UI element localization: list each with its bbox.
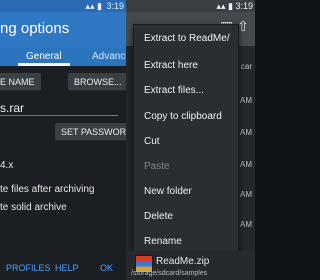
profiles-button[interactable]: PROFILES	[6, 263, 51, 273]
upload-icon: ⇧	[237, 18, 249, 34]
left-status-time: 3:19	[106, 1, 124, 11]
signal-icon: ▴▴	[85, 1, 95, 11]
tabs-bar: General Advanced	[0, 48, 136, 66]
page-title: ng options	[0, 20, 70, 37]
menu-item-extract-to-readme[interactable]: Extract to ReadMe/	[134, 27, 238, 51]
left-status-icons: ▴▴ ▮ 3:19	[85, 0, 124, 12]
menu-item-delete[interactable]: Delete	[134, 205, 238, 229]
checkbox-solid-archive[interactable]: te solid archive	[0, 202, 67, 213]
menu-item-new-folder[interactable]: New folder	[134, 180, 238, 204]
filename-underline	[0, 115, 118, 116]
dialog-actions-bar: PROFILES HELP OK	[0, 260, 126, 280]
browse-button[interactable]: BROWSE...	[68, 73, 128, 91]
menu-item-paste: Paste	[144, 161, 170, 172]
menu-item-extract-files[interactable]: Extract files...	[134, 79, 238, 103]
active-tab-indicator	[18, 63, 70, 66]
file-name[interactable]: ReadMe.zip	[156, 256, 209, 267]
archive-format-value: 4.x	[0, 160, 14, 171]
archive-filename-field[interactable]: s.rar	[0, 101, 24, 115]
right-status-icons: ▴▴ ▮ 3:19	[216, 0, 253, 12]
menu-item-copy-to-clipboard[interactable]: Copy to clipboard	[134, 105, 238, 129]
right-status-time: 3:19	[235, 1, 253, 11]
ok-button[interactable]: OK	[100, 263, 113, 273]
left-status-bar: ▴▴ ▮ 3:19	[0, 0, 126, 12]
help-button[interactable]: HELP	[55, 263, 79, 273]
right-status-bar: ▴▴ ▮ 3:19	[126, 0, 255, 12]
battery-icon: ▮	[228, 1, 233, 11]
checkbox-delete-after-archiving[interactable]: te files after archiving	[0, 184, 95, 195]
archive-name-button[interactable]: E NAME	[0, 73, 41, 91]
battery-icon: ▮	[97, 1, 102, 11]
signal-icon: ▴▴	[216, 1, 226, 11]
left-app-bar: ng options	[0, 12, 126, 48]
menu-item-cut[interactable]: Cut	[134, 130, 238, 154]
context-menu: Extract to ReadMe/ Extract here Extract …	[133, 24, 239, 252]
current-path: /storage/sdcard/samples	[131, 270, 208, 277]
menu-item-extract-here[interactable]: Extract here	[134, 54, 238, 78]
